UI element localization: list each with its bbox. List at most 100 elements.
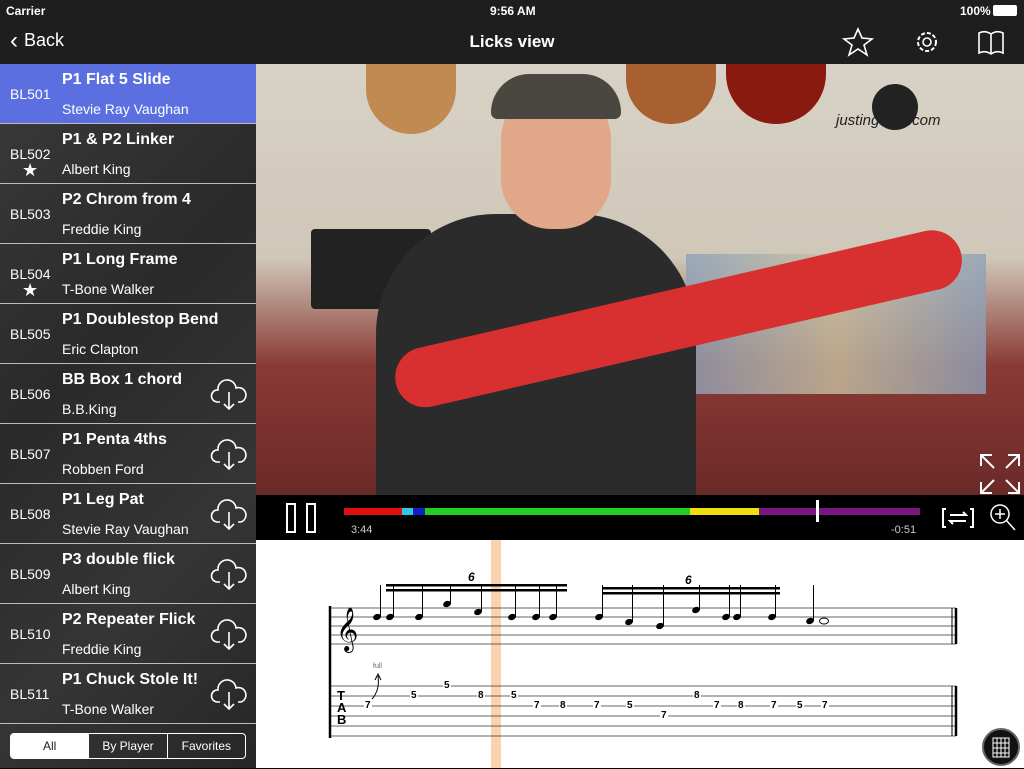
progress-thumb[interactable] [816, 500, 820, 522]
lick-title: P2 Chrom from 4 [62, 191, 191, 208]
lick-title: P1 Penta 4ths [62, 431, 167, 448]
video-player[interactable]: justinguitar.com [256, 64, 1024, 495]
tab-fret-number: 5 [443, 680, 451, 691]
nav-bar: ‹ Back Licks view [0, 20, 1024, 64]
lick-row[interactable]: BL510 P2 Repeater Flick Freddie King [0, 604, 256, 664]
tab-fret-number: 5 [410, 690, 418, 701]
lick-title: P2 Repeater Flick [62, 611, 196, 628]
lick-player: Stevie Ray Vaughan [62, 521, 189, 537]
lick-row[interactable]: BL506 BB Box 1 chord B.B.King [0, 364, 256, 424]
cloud-download-icon[interactable] [210, 558, 248, 592]
lick-code: BL509 [10, 566, 51, 582]
beam [602, 592, 780, 595]
lick-player: Eric Clapton [62, 341, 139, 357]
justinguitar-logo [872, 84, 918, 130]
filter-segmented-control: All By Player Favorites [10, 733, 246, 759]
lick-row[interactable]: BL502 P1 & P2 Linker Albert King ★ [0, 124, 256, 184]
star-icon[interactable] [842, 26, 874, 58]
lick-code: BL508 [10, 506, 51, 522]
lick-player: Freddie King [62, 641, 142, 657]
lick-player: Albert King [62, 161, 131, 177]
loop-icon[interactable] [942, 507, 974, 529]
tab-fret-number: 5 [626, 700, 634, 711]
progress-segment [758, 508, 920, 515]
tuplet-label: 6 [685, 573, 692, 587]
cloud-download-icon[interactable] [210, 678, 248, 712]
tab-fret-number: 7 [593, 700, 601, 711]
pause-icon[interactable] [306, 503, 316, 533]
battery-icon [993, 5, 1017, 16]
licks-list[interactable]: BL501 P1 Flat 5 Slide Stevie Ray Vaughan… [0, 64, 256, 768]
progress-segment [424, 508, 690, 515]
remaining-time: -0:51 [891, 524, 917, 536]
progress-segment [413, 508, 425, 515]
battery-label: 100% [960, 4, 991, 18]
lick-code: BL510 [10, 626, 51, 642]
back-label: Back [24, 30, 65, 50]
guitar-decor [726, 64, 826, 124]
lick-row[interactable]: BL501 P1 Flat 5 Slide Stevie Ray Vaughan [0, 64, 256, 124]
lick-player: T-Bone Walker [62, 281, 155, 297]
lick-row[interactable]: BL511 P1 Chuck Stole It! T-Bone Walker [0, 664, 256, 724]
tab-fret-number: 7 [770, 700, 778, 711]
cloud-download-icon[interactable] [210, 438, 248, 472]
tab-fret-number: 7 [713, 700, 721, 711]
score-svg: 𝄞 [328, 584, 958, 738]
lick-title: BB Box 1 chord [62, 371, 183, 388]
lick-row[interactable]: BL503 P2 Chrom from 4 Freddie King [0, 184, 256, 244]
chevron-left-icon: ‹ [10, 26, 18, 54]
clock: 9:56 AM [490, 4, 536, 18]
carrier: Carrier [6, 4, 46, 18]
tab-fret-number: 7 [533, 700, 541, 711]
lick-row[interactable]: BL508 P1 Leg Pat Stevie Ray Vaughan [0, 484, 256, 544]
progress-track[interactable] [344, 495, 920, 525]
cloud-download-icon[interactable] [210, 618, 248, 652]
lick-title: P1 & P2 Linker [62, 131, 175, 148]
fullscreen-icon[interactable] [978, 452, 1022, 495]
pause-icon[interactable] [286, 503, 296, 533]
bend-arrow [371, 672, 382, 700]
tablature-sheet[interactable]: 𝄞 6 6 full T A B 7558578757878757 [256, 540, 1024, 768]
lick-title: P1 Chuck Stole It! [62, 671, 199, 688]
lick-row[interactable]: BL507 P1 Penta 4ths Robben Ford [0, 424, 256, 484]
tab-fret-number: 8 [477, 690, 485, 701]
lick-title: P1 Leg Pat [62, 491, 144, 508]
lick-row[interactable]: BL509 P3 double flick Albert King [0, 544, 256, 604]
lick-code: BL507 [10, 446, 51, 462]
player-controls: 3:44 -0:51 [256, 495, 1024, 540]
tab-fret-number: 5 [796, 700, 804, 711]
zoom-in-icon[interactable] [988, 503, 1018, 533]
lick-row[interactable]: BL504 P1 Long Frame T-Bone Walker ★ [0, 244, 256, 304]
tab-fret-number: 8 [559, 700, 567, 711]
lick-row[interactable]: BL505 P1 Doublestop Bend Eric Clapton [0, 304, 256, 364]
filter-favorites[interactable]: Favorites [166, 734, 245, 758]
tab-fret-number: 5 [510, 690, 518, 701]
status-bar: Carrier 9:56 AM 100% [0, 0, 1024, 20]
tuplet-label: 6 [468, 570, 475, 584]
lick-player: Stevie Ray Vaughan [62, 101, 189, 117]
beam [386, 589, 567, 592]
back-button[interactable]: ‹ Back [10, 26, 65, 54]
tab-fret-number: 7 [660, 710, 668, 721]
lick-title: P1 Long Frame [62, 251, 178, 268]
filter-by-player[interactable]: By Player [88, 734, 166, 758]
cloud-download-icon[interactable] [210, 378, 248, 412]
lick-player: Albert King [62, 581, 131, 597]
progress-segment [344, 508, 402, 515]
book-icon[interactable] [975, 26, 1007, 58]
lick-title: P1 Doublestop Bend [62, 311, 219, 328]
guitar-decor [626, 64, 716, 124]
progress-segment [401, 508, 414, 515]
tab-clef-b: B [337, 712, 347, 727]
lick-player: Freddie King [62, 221, 142, 237]
beam [386, 584, 567, 587]
lick-code: BL503 [10, 206, 51, 222]
lick-player: B.B.King [62, 401, 117, 417]
favorite-star-icon: ★ [22, 160, 39, 180]
fretboard-button[interactable] [982, 728, 1020, 766]
half-note [819, 617, 829, 625]
cloud-download-icon[interactable] [210, 498, 248, 532]
gear-icon[interactable] [911, 26, 943, 58]
filter-all[interactable]: All [11, 734, 89, 758]
tab-fret-number: 7 [821, 700, 829, 711]
